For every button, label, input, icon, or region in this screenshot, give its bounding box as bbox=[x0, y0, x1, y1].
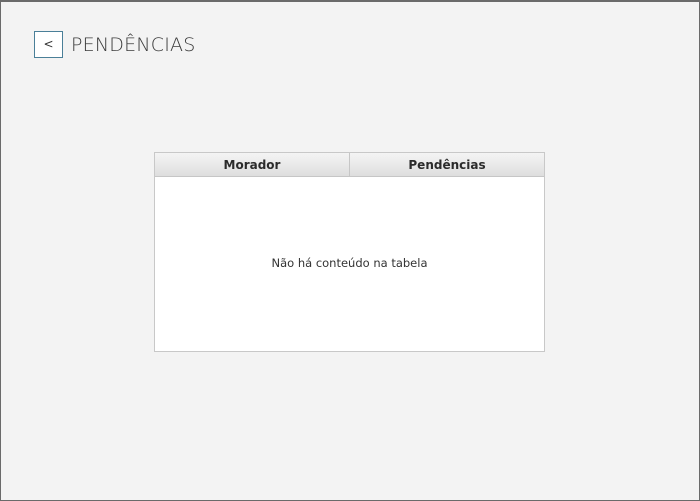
empty-table-message: Não há conteúdo na tabela bbox=[271, 256, 428, 270]
column-header-morador[interactable]: Morador bbox=[155, 153, 349, 176]
app-window: < PENDÊNCIAS Morador Pendências Não há c… bbox=[0, 0, 700, 501]
table-body: Não há conteúdo na tabela bbox=[155, 177, 544, 351]
back-button[interactable]: < bbox=[34, 31, 63, 58]
column-header-pendencias[interactable]: Pendências bbox=[349, 153, 544, 176]
table-header: Morador Pendências bbox=[155, 153, 544, 177]
pendencias-table[interactable]: Morador Pendências Não há conteúdo na ta… bbox=[154, 152, 545, 352]
page-title: PENDÊNCIAS bbox=[71, 34, 196, 56]
